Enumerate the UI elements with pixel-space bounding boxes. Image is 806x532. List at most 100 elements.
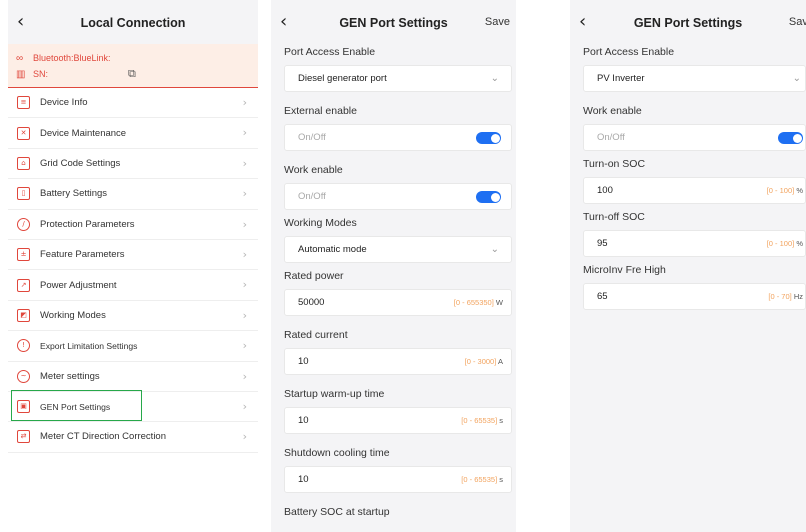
- working-modes-label: Working Modes: [284, 217, 357, 229]
- chevron-right-icon: ›: [242, 430, 247, 444]
- header: ‹ GEN Port Settings Save: [271, 0, 516, 44]
- range-hint: [0 - 3000] A: [464, 357, 503, 366]
- warmup-time-label: Startup warm-up time: [284, 388, 385, 400]
- chevron-right-icon: ›: [242, 187, 247, 201]
- external-enable-label: External enable: [284, 105, 357, 117]
- microinv-fre-high-input[interactable]: 65 [0 - 70] Hz: [583, 283, 806, 310]
- range-hint: [0 - 655350] W: [453, 298, 503, 307]
- header: ‹ GEN Port Settings Save: [570, 0, 806, 44]
- export-limit-icon: !: [17, 339, 30, 353]
- header: ‹ Local Connection: [8, 0, 258, 44]
- gen-port-settings-screen-diesel: ‹ GEN Port Settings Save Port Access Ena…: [271, 0, 516, 532]
- toggle-caption: On/Off: [597, 132, 625, 143]
- ct-direction-icon: ⇄: [17, 430, 30, 444]
- work-enable-label: Work enable: [284, 164, 343, 176]
- menu-item-export-limitation-settings[interactable]: ! Export Limitation Settings ›: [8, 331, 258, 362]
- menu-item-battery-settings[interactable]: ▯ Battery Settings ›: [8, 179, 258, 210]
- mode-icon: ◩: [17, 308, 30, 322]
- chevron-right-icon: ›: [242, 247, 247, 261]
- menu-item-meter-ct-direction-correction[interactable]: ⇄ Meter CT Direction Correction ›: [8, 422, 258, 453]
- range-hint: [0 - 70] Hz: [768, 292, 803, 301]
- menu-item-device-info[interactable]: ≡ Device Info ›: [8, 88, 258, 119]
- select-value: Diesel generator port: [298, 73, 387, 84]
- bluetooth-label: Bluetooth:BlueLink:: [33, 53, 111, 63]
- turn-on-soc-input[interactable]: 100 [0 - 100] %: [583, 177, 806, 204]
- sn-label: SN:: [33, 69, 49, 79]
- menu-item-label: Grid Code Settings: [40, 157, 121, 169]
- input-value: 95: [597, 238, 608, 249]
- chevron-right-icon: ›: [242, 156, 247, 170]
- chevron-right-icon: ›: [242, 217, 247, 231]
- page-title: GEN Port Settings: [633, 16, 743, 30]
- work-enable-field: On/Off: [583, 124, 806, 151]
- work-enable-toggle[interactable]: [778, 132, 803, 144]
- battery-soc-label: Battery SOC at startup: [284, 506, 390, 518]
- save-button[interactable]: Save: [789, 16, 806, 28]
- range-hint: [0 - 65535] s: [461, 475, 503, 484]
- chevron-down-icon: ⌄: [490, 244, 499, 255]
- toggle-caption: On/Off: [298, 191, 326, 202]
- copy-icon[interactable]: ⧉: [128, 67, 136, 81]
- input-value: 10: [298, 415, 309, 426]
- cooling-time-label: Shutdown cooling time: [284, 447, 390, 459]
- highlight-box-gen-port: [11, 390, 142, 421]
- device-info-icon: ≡: [17, 96, 30, 110]
- cooling-time-input[interactable]: 10 [0 - 65535] s: [284, 466, 512, 493]
- menu-item-label: Working Modes: [40, 309, 106, 321]
- menu-item-label: Device Maintenance: [40, 127, 127, 139]
- shield-icon: /: [17, 217, 30, 231]
- input-value: 50000: [298, 297, 325, 308]
- menu-item-label: Power Adjustment: [40, 279, 117, 291]
- port-access-select[interactable]: PV Inverter ⌄: [583, 65, 806, 92]
- connection-info: ∞ Bluetooth:BlueLink: ▥ SN: ⧉: [8, 44, 258, 88]
- page-title: Local Connection: [80, 16, 186, 30]
- local-connection-screen: ‹ Local Connection ∞ Bluetooth:BlueLink:…: [8, 0, 258, 532]
- chevron-right-icon: ›: [242, 278, 247, 292]
- work-enable-label: Work enable: [583, 105, 642, 117]
- input-value: 100: [597, 185, 613, 196]
- turn-off-soc-input[interactable]: 95 [0 - 100] %: [583, 230, 806, 257]
- menu-item-grid-code-settings[interactable]: ⌂ Grid Code Settings ›: [8, 148, 258, 180]
- menu-item-label: Protection Parameters: [40, 218, 135, 230]
- barcode-icon: ▥: [16, 68, 26, 80]
- range-hint: [0 - 65535] s: [461, 416, 503, 425]
- menu-item-label: Battery Settings: [40, 188, 108, 200]
- chevron-right-icon: ›: [242, 369, 247, 383]
- microinv-fre-high-label: MicroInv Fre High: [583, 264, 666, 276]
- menu-item-feature-parameters[interactable]: ± Feature Parameters ›: [8, 239, 258, 271]
- external-enable-field: On/Off: [284, 124, 512, 151]
- menu-item-label: Meter CT Direction Correction: [40, 431, 167, 443]
- sliders-icon: ±: [17, 248, 30, 262]
- power-adjust-icon: ↗: [17, 278, 30, 292]
- save-button[interactable]: Save: [485, 16, 510, 28]
- rated-power-label: Rated power: [284, 270, 344, 282]
- rated-current-label: Rated current: [284, 329, 348, 341]
- menu-item-device-maintenance[interactable]: ✕ Device Maintenance ›: [8, 118, 258, 149]
- rated-current-input[interactable]: 10 [0 - 3000] A: [284, 348, 512, 375]
- chevron-down-icon: ⌄: [490, 73, 499, 84]
- menu-item-protection-parameters[interactable]: / Protection Parameters ›: [8, 209, 258, 240]
- menu-item-meter-settings[interactable]: ~ Meter settings ›: [8, 361, 258, 392]
- chevron-right-icon: ›: [242, 308, 247, 322]
- warmup-time-input[interactable]: 10 [0 - 65535] s: [284, 407, 512, 434]
- work-enable-field: On/Off: [284, 183, 512, 210]
- turn-on-soc-label: Turn-on SOC: [583, 158, 646, 170]
- port-access-select[interactable]: Diesel generator port ⌄: [284, 65, 512, 92]
- page-title: GEN Port Settings: [339, 16, 448, 30]
- work-enable-toggle[interactable]: [476, 191, 501, 203]
- wrench-icon: ✕: [17, 126, 30, 140]
- input-value: 10: [298, 474, 309, 485]
- menu-item-working-modes[interactable]: ◩ Working Modes ›: [8, 300, 258, 332]
- battery-icon: ▯: [17, 187, 30, 201]
- select-value: PV Inverter: [597, 73, 645, 84]
- meter-icon: ~: [17, 369, 30, 383]
- chevron-down-icon: ⌄: [792, 73, 801, 84]
- range-hint: [0 - 100] %: [766, 239, 803, 248]
- working-modes-select[interactable]: Automatic mode ⌄: [284, 236, 512, 263]
- menu-item-power-adjustment[interactable]: ↗ Power Adjustment ›: [8, 270, 258, 301]
- external-enable-toggle[interactable]: [476, 132, 501, 144]
- turn-off-soc-label: Turn-off SOC: [583, 211, 645, 223]
- rated-power-input[interactable]: 50000 [0 - 655350] W: [284, 289, 512, 316]
- chevron-right-icon: ›: [242, 339, 247, 353]
- chevron-right-icon: ›: [242, 399, 247, 413]
